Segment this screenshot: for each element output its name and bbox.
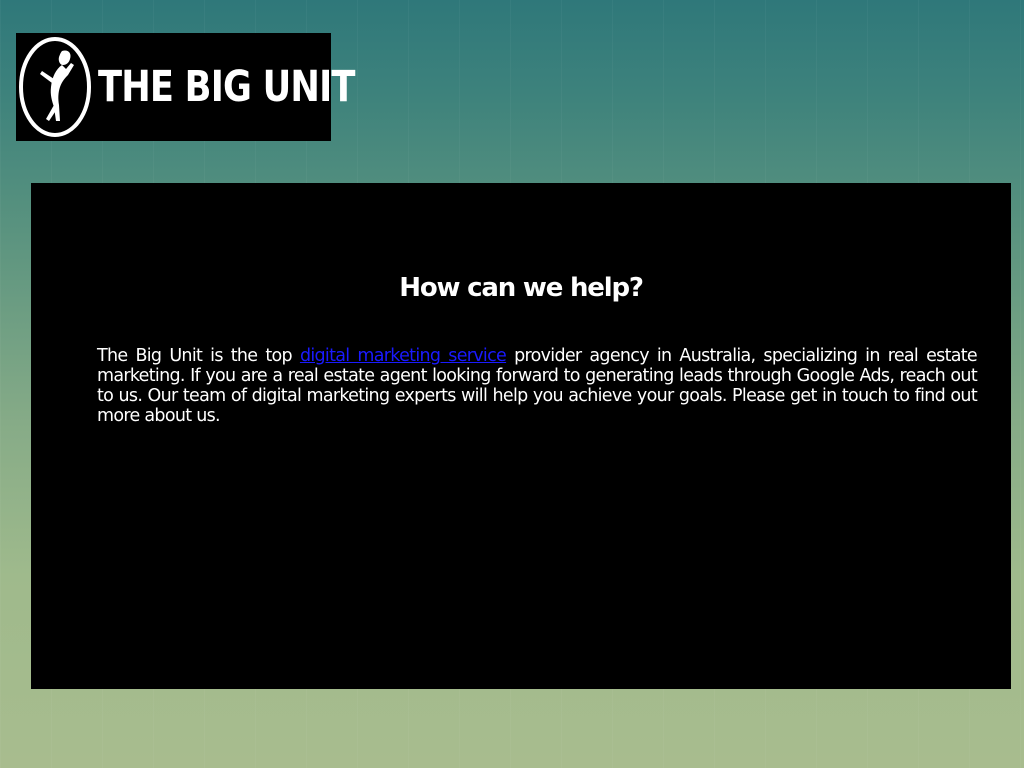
description-paragraph: The Big Unit is the top digital marketin… <box>97 346 978 426</box>
content-panel: How can we help? The Big Unit is the top… <box>31 183 1011 689</box>
paragraph-intro: The Big Unit is the top <box>97 346 300 366</box>
digital-marketing-service-link[interactable]: digital marketing service <box>300 346 507 366</box>
climber-in-oval-icon <box>16 33 94 141</box>
brand-logo[interactable]: THE BIG UNIT <box>16 33 355 141</box>
section-heading: How can we help? <box>399 273 644 303</box>
logo-wordmark: THE BIG UNIT <box>98 62 355 112</box>
